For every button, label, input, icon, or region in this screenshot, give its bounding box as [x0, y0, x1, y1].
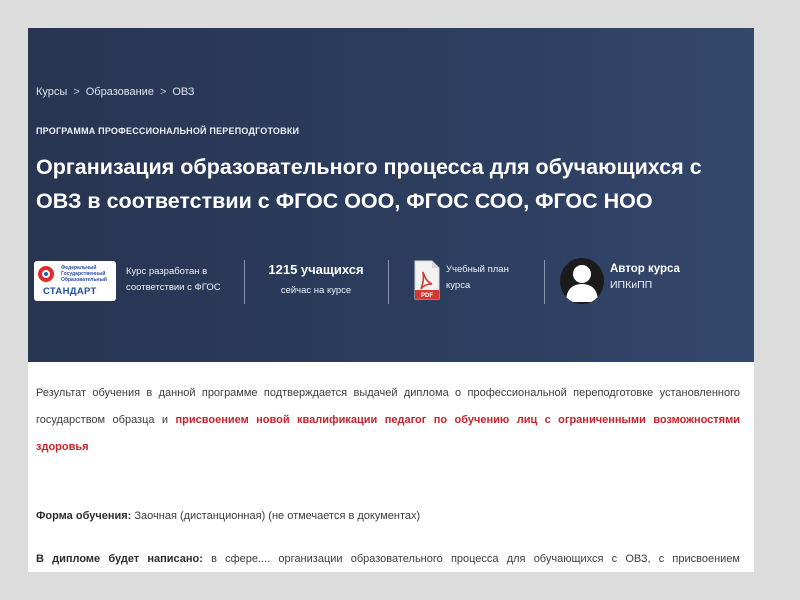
diploma-text: В дипломе будет написано: в сфере.... ор… [36, 546, 740, 572]
study-form-label: Форма обучения: [36, 510, 132, 522]
breadcrumb-link-education[interactable]: Образование [86, 86, 154, 98]
meta-divider [544, 260, 545, 304]
fgos-logo-big-text: СТАНДАРТ [43, 286, 97, 297]
pdf-icon: PDF [414, 260, 440, 300]
fgos-line-2: соответствии с ФГОС [126, 282, 221, 293]
breadcrumb-link-courses[interactable]: Курсы [36, 86, 67, 98]
author-name: ИПКиПП [610, 279, 653, 291]
course-hero: Курсы > Образование > ОВЗ ПРОГРАММА ПРОФ… [28, 28, 754, 362]
study-form: Форма обучения: Заочная (дистанционная) … [36, 508, 420, 524]
study-form-value: Заочная (дистанционная) (не отмечается в… [131, 510, 421, 522]
breadcrumb-separator: > [159, 86, 167, 98]
curriculum-line-2: курса [446, 280, 471, 291]
program-type-label: ПРОГРАММА ПРОФЕССИОНАЛЬНОЙ ПЕРЕПОДГОТОВК… [36, 126, 300, 136]
user-icon [566, 265, 598, 302]
fgos-logo-icon [38, 266, 54, 282]
page-title: Организация образовательного процесса дл… [36, 155, 702, 213]
author-label: Автор курса [610, 263, 680, 275]
students-count-caption: сейчас на курсе [280, 285, 352, 296]
curriculum-link[interactable]: PDF Учебный план курса [414, 258, 540, 304]
course-meta: Федеральный Государственный Образователь… [34, 258, 750, 304]
result-paragraph: Результат обучения в данной программе по… [36, 380, 740, 461]
curriculum-line-1: Учебный план [446, 264, 509, 275]
fgos-logo-small-text: Федеральный Государственный Образователь… [61, 265, 107, 283]
breadcrumb-separator: > [73, 86, 80, 98]
fgos-logo: Федеральный Государственный Образователь… [34, 261, 116, 301]
avatar [560, 258, 604, 304]
course-author: Автор курса ИПКиПП [560, 258, 710, 304]
course-description: Результат обучения в данной программе по… [36, 380, 740, 565]
breadcrumb-link-ovz[interactable]: ОВЗ [172, 86, 194, 98]
diploma-label: В дипломе будет написано: [36, 553, 203, 565]
students-count: 1215 учащихся сейчас на курсе [248, 258, 384, 304]
fgos-line-1: Курс разработан в [126, 266, 208, 277]
course-card: Курсы > Образование > ОВЗ ПРОГРАММА ПРОФ… [28, 28, 754, 572]
pdf-label: PDF [421, 293, 433, 299]
fgos-info: Федеральный Государственный Образователь… [34, 258, 244, 304]
meta-divider [388, 260, 389, 304]
meta-divider [244, 260, 245, 304]
students-count-value: 1215 учащихся [268, 262, 364, 277]
breadcrumb: Курсы > Образование > ОВЗ [36, 86, 195, 98]
